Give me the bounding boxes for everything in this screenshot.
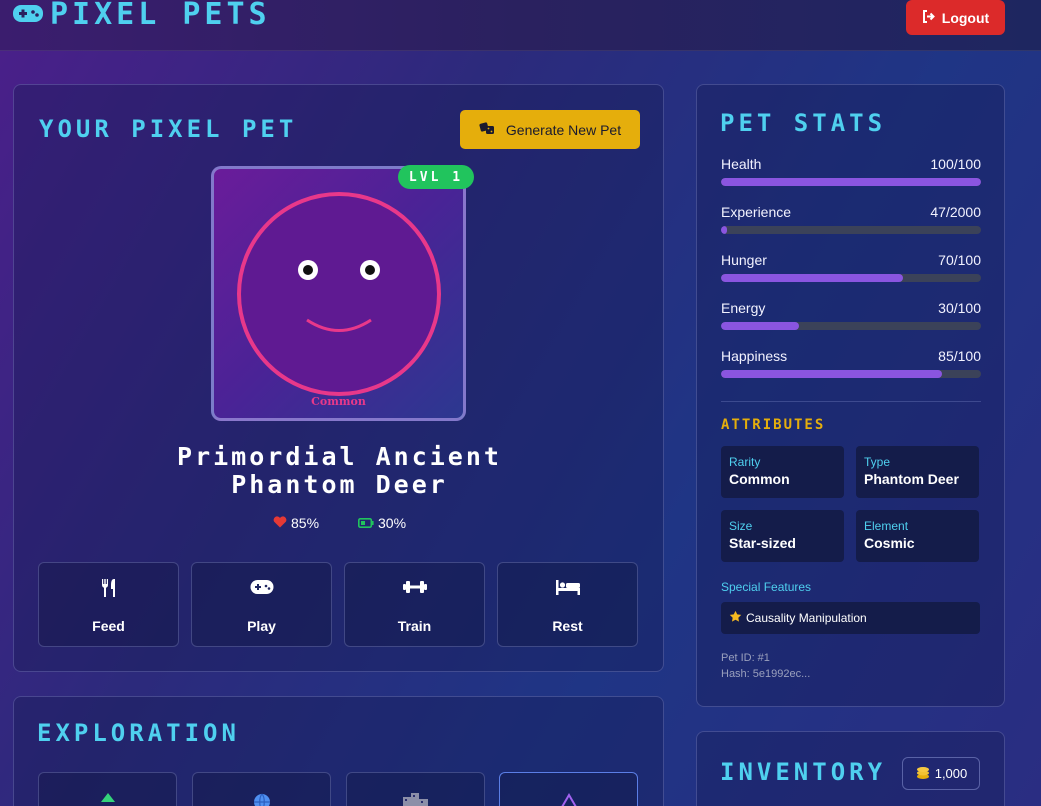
dice-icon bbox=[479, 121, 496, 138]
pet-id: Pet ID: #1 bbox=[721, 652, 770, 664]
special-feature-text: Causality Manipulation bbox=[746, 611, 867, 625]
tree-icon bbox=[39, 791, 176, 806]
stat-bar-fill bbox=[721, 226, 728, 234]
attribute-size: Size Star-sized bbox=[721, 510, 844, 562]
mountain-icon bbox=[500, 791, 637, 806]
coin-balance: 1,000 bbox=[902, 757, 980, 790]
pet-stats-title: PET STATS bbox=[720, 109, 887, 137]
pet-hash: Hash: 5e1992ec... bbox=[721, 668, 811, 680]
inventory-panel: INVENTORY 1,000 bbox=[696, 731, 1005, 806]
pet-face bbox=[237, 192, 441, 396]
battery-icon bbox=[358, 515, 374, 531]
stat-bar bbox=[721, 274, 981, 282]
stat-bar-fill bbox=[721, 274, 903, 282]
stat-energy: Energy 30/100 bbox=[721, 300, 981, 330]
bed-icon bbox=[498, 579, 637, 595]
coins-icon bbox=[915, 764, 931, 783]
inventory-title: INVENTORY bbox=[720, 758, 887, 786]
special-feature-item: Causality Manipulation bbox=[721, 602, 980, 634]
stat-bar bbox=[721, 370, 981, 378]
stat-name: Health bbox=[721, 156, 762, 172]
brand-title: PIXEL PETS bbox=[50, 0, 271, 32]
explore-location-card[interactable] bbox=[499, 772, 638, 806]
stat-value: 85/100 bbox=[938, 348, 981, 364]
health-vital: 85% bbox=[273, 515, 319, 531]
pet-stats-panel: PET STATS Health 100/100 Experience 47/200… bbox=[696, 84, 1005, 707]
health-percent: 85% bbox=[291, 515, 320, 531]
play-button[interactable]: Play bbox=[191, 562, 332, 647]
pet-panel: YOUR PIXEL PET Generate New Pet Common L… bbox=[13, 84, 664, 672]
logout-button[interactable]: Logout bbox=[906, 0, 1005, 35]
train-button[interactable]: Train bbox=[344, 562, 485, 647]
pet-name: Primordial Ancient Phantom Deer bbox=[177, 442, 502, 499]
pet-panel-title: YOUR PIXEL PET bbox=[39, 115, 298, 143]
stat-value: 30/100 bbox=[938, 300, 981, 316]
utensils-icon bbox=[39, 579, 178, 597]
stat-name: Happiness bbox=[721, 348, 788, 364]
stat-happiness: Happiness 85/100 bbox=[721, 348, 981, 378]
generate-label: Generate New Pet bbox=[505, 121, 622, 138]
exploration-panel: EXPLORATION bbox=[13, 696, 664, 806]
gamepad-icon bbox=[192, 579, 331, 595]
feed-label: Feed bbox=[92, 618, 125, 634]
logout-label: Logout bbox=[941, 9, 990, 26]
stat-bar bbox=[721, 226, 981, 234]
attribute-type: Type Phantom Deer bbox=[856, 446, 979, 498]
attribute-value: Star-sized bbox=[729, 535, 796, 551]
attribute-value: Cosmic bbox=[864, 535, 915, 551]
stat-name: Energy bbox=[721, 300, 766, 316]
coin-amount: 1,000 bbox=[934, 766, 968, 781]
energy-percent: 30% bbox=[378, 515, 407, 531]
attribute-element: Element Cosmic bbox=[856, 510, 979, 562]
star-icon bbox=[729, 610, 742, 626]
stat-value: 47/2000 bbox=[930, 204, 981, 220]
level-badge: LVL 1 bbox=[398, 165, 474, 189]
attribute-value: Common bbox=[729, 471, 790, 487]
gamepad-icon bbox=[12, 2, 44, 29]
stat-name: Experience bbox=[721, 204, 792, 220]
sign-out-icon bbox=[922, 9, 936, 26]
city-icon bbox=[347, 791, 484, 806]
top-header: PIXEL PETS Logout bbox=[0, 0, 1041, 51]
attribute-key: Size bbox=[729, 519, 753, 533]
attribute-key: Type bbox=[864, 455, 891, 469]
stat-bar bbox=[721, 322, 981, 330]
play-label: Play bbox=[247, 618, 276, 634]
rest-label: Rest bbox=[552, 618, 583, 634]
special-features-label: Special Features bbox=[721, 580, 812, 594]
globe-icon bbox=[193, 791, 330, 806]
stat-bar-fill bbox=[721, 178, 981, 186]
stat-experience: Experience 47/2000 bbox=[721, 204, 981, 234]
attributes-title: ATTRIBUTES bbox=[721, 417, 826, 433]
rest-button[interactable]: Rest bbox=[497, 562, 638, 647]
attribute-key: Element bbox=[864, 519, 909, 533]
attribute-rarity: Rarity Common bbox=[721, 446, 844, 498]
explore-location-card[interactable] bbox=[192, 772, 331, 806]
stat-name: Hunger bbox=[721, 252, 767, 268]
stat-bar bbox=[721, 178, 981, 186]
rarity-caption: Common bbox=[311, 395, 366, 408]
stat-value: 70/100 bbox=[938, 252, 981, 268]
stat-value: 100/100 bbox=[930, 156, 981, 172]
train-label: Train bbox=[397, 618, 432, 634]
exploration-title: EXPLORATION bbox=[37, 719, 240, 747]
heart-icon bbox=[273, 515, 287, 531]
pet-portrait[interactable]: Common bbox=[211, 166, 466, 421]
stat-hunger: Hunger 70/100 bbox=[721, 252, 981, 282]
energy-vital: 30% bbox=[358, 515, 406, 531]
feed-button[interactable]: Feed bbox=[38, 562, 179, 647]
generate-new-pet-button[interactable]: Generate New Pet bbox=[460, 110, 640, 149]
app-logo[interactable]: PIXEL PETS bbox=[12, 0, 271, 30]
attribute-key: Rarity bbox=[729, 455, 761, 469]
explore-location-card[interactable] bbox=[346, 772, 485, 806]
stat-bar-fill bbox=[721, 370, 942, 378]
divider bbox=[721, 401, 981, 402]
attribute-value: Phantom Deer bbox=[864, 471, 959, 487]
stat-health: Health 100/100 bbox=[721, 156, 981, 186]
stat-bar-fill bbox=[721, 322, 799, 330]
dumbbell-icon bbox=[345, 579, 484, 595]
explore-location-card[interactable] bbox=[38, 772, 177, 806]
